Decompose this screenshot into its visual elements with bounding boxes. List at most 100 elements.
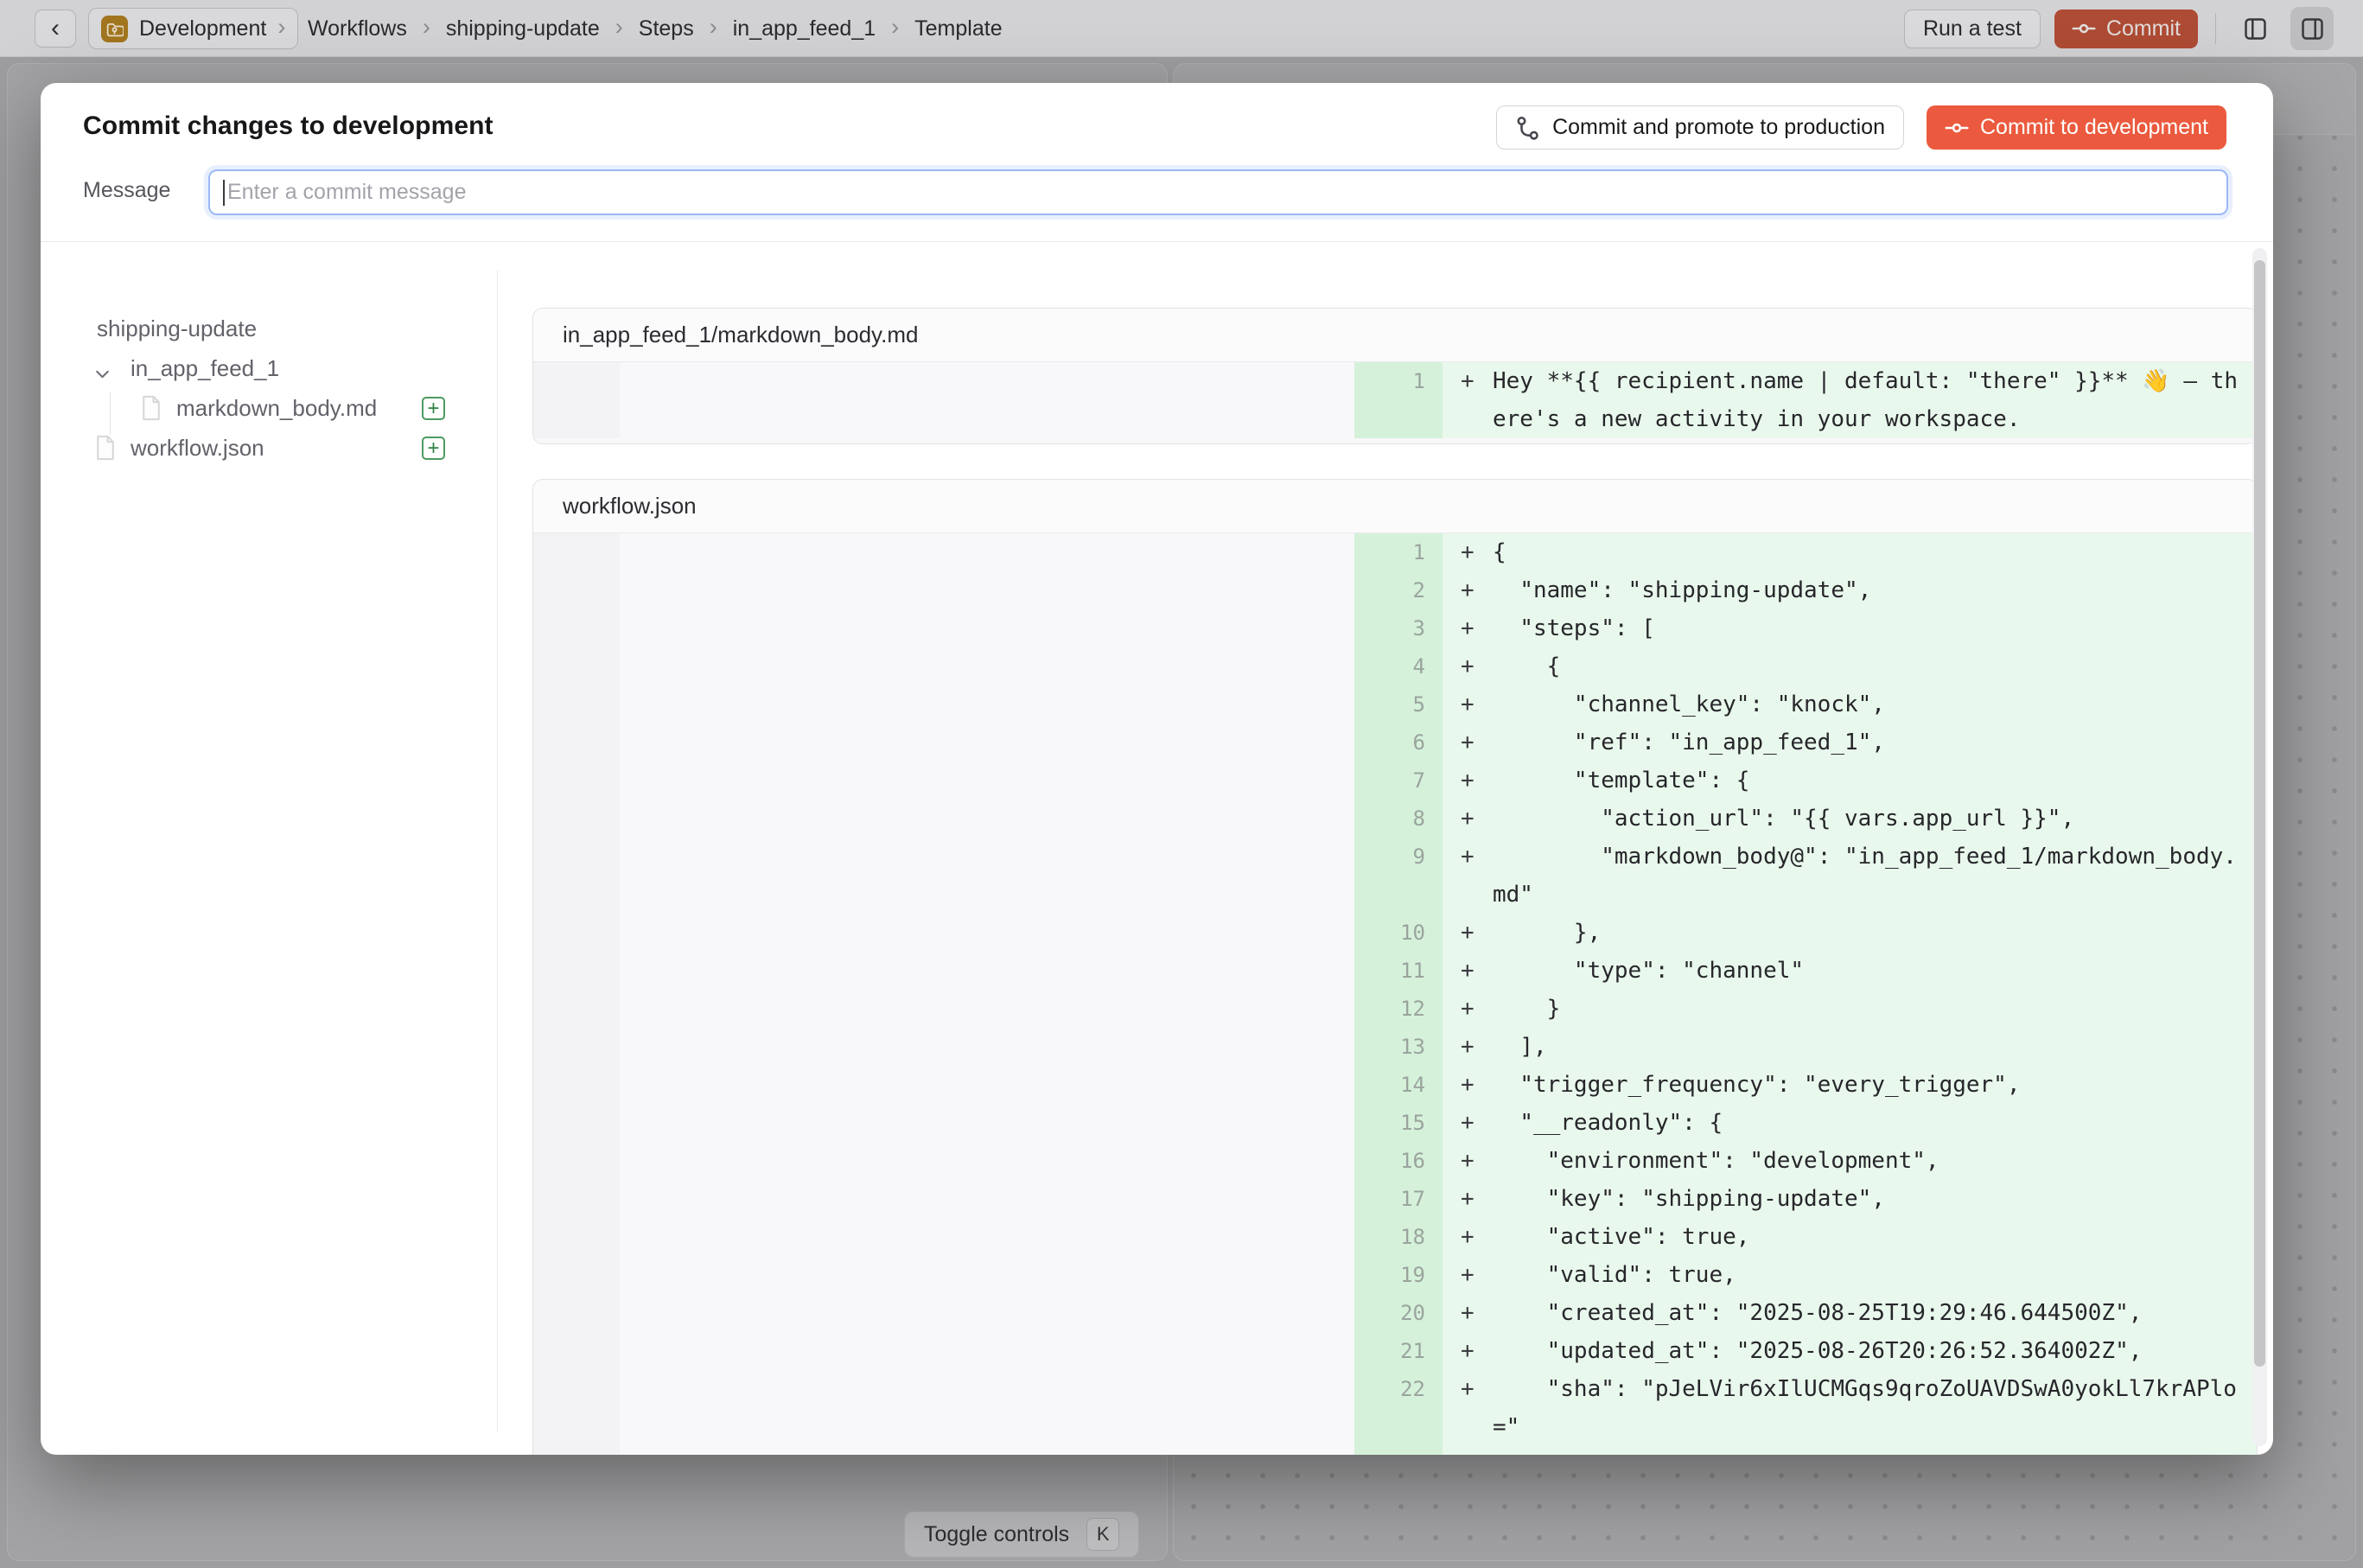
- diff-row: 13+ ],: [533, 1028, 2257, 1066]
- diff-line-text: },: [1493, 914, 2257, 952]
- diff-row: 2+ "name": "shipping-update",: [533, 571, 2257, 609]
- new-line-number: 2: [1354, 571, 1443, 609]
- old-line-content: [620, 1256, 1354, 1294]
- old-line-gutter: [533, 685, 620, 723]
- old-line-gutter: [533, 800, 620, 838]
- diff-added-sign: +: [1443, 1294, 1493, 1332]
- diff-row: 16+ "environment": "development",: [533, 1142, 2257, 1180]
- breadcrumb-item-template[interactable]: Template: [914, 16, 1002, 41]
- tree-file-markdown-body[interactable]: markdown_body.md: [176, 395, 377, 422]
- breadcrumb-item-steps[interactable]: Steps: [639, 16, 694, 41]
- commit-to-development-button[interactable]: Commit to development: [1927, 105, 2226, 150]
- new-line-number: 8: [1354, 800, 1443, 838]
- old-line-content: [620, 1294, 1354, 1332]
- new-line-number: 16: [1354, 1142, 1443, 1180]
- commit-icon: [2072, 16, 2096, 41]
- new-line-number: 10: [1354, 914, 1443, 952]
- old-line-content: [620, 1180, 1354, 1218]
- diff-line-text: "key": "shipping-update",: [1493, 1180, 2257, 1218]
- new-line-number: 13: [1354, 1028, 1443, 1066]
- diff-added-sign: +: [1443, 1256, 1493, 1294]
- toggle-controls-button[interactable]: Toggle controls K: [904, 1511, 1139, 1558]
- diff-line-text: {: [1493, 533, 2257, 571]
- diff-added-sign: +: [1443, 647, 1493, 685]
- diff-added-sign: +: [1443, 1370, 1493, 1446]
- diff-line-text: {: [1493, 647, 2257, 685]
- diff-added-sign: +: [1443, 1446, 1493, 1455]
- diff-row: 20+ "created_at": "2025-08-25T19:29:46.6…: [533, 1294, 2257, 1332]
- back-button[interactable]: ‹: [35, 10, 76, 48]
- toggle-controls-label: Toggle controls: [924, 1522, 1069, 1547]
- diff-row: 1+Hey **{{ recipient.name | default: "th…: [533, 362, 2257, 438]
- commit-button[interactable]: Commit: [2054, 10, 2198, 48]
- old-line-content: [620, 1332, 1354, 1370]
- diff-row: 17+ "key": "shipping-update",: [533, 1180, 2257, 1218]
- new-line-number: 20: [1354, 1294, 1443, 1332]
- new-line-number: 21: [1354, 1332, 1443, 1370]
- diff-row: 7+ "template": {: [533, 762, 2257, 800]
- breadcrumb-separator: ›: [891, 14, 899, 43]
- diff-viewer: in_app_feed_1/markdown_body.md 1+Hey **{…: [498, 243, 2273, 1455]
- diff-row: 1+{: [533, 533, 2257, 571]
- diff-row: 18+ "active": true,: [533, 1218, 2257, 1256]
- toggle-right-panel-button[interactable]: [2290, 7, 2334, 50]
- diff-line-text: "markdown_body@": "in_app_feed_1/markdow…: [1493, 838, 2257, 914]
- new-line-number: 18: [1354, 1218, 1443, 1256]
- commit-message-input[interactable]: Enter a commit message: [208, 169, 2228, 215]
- diff-added-sign: +: [1443, 723, 1493, 762]
- diff-lines: 1+{2+ "name": "shipping-update",3+ "step…: [533, 533, 2257, 1455]
- run-a-test-button[interactable]: Run a test: [1904, 10, 2041, 48]
- toggle-left-panel-button[interactable]: [2233, 7, 2277, 50]
- diff-line-text: "created_at": "2025-08-25T19:29:46.64450…: [1493, 1294, 2257, 1332]
- diff-panel-markdown-body: in_app_feed_1/markdown_body.md 1+Hey **{…: [532, 308, 2258, 444]
- diff-filename: in_app_feed_1/markdown_body.md: [533, 309, 2257, 362]
- file-icon: [139, 395, 163, 421]
- diff-line-text: "name": "shipping-update",: [1493, 571, 2257, 609]
- commit-message-placeholder: Enter a commit message: [227, 180, 467, 205]
- old-line-gutter: [533, 1180, 620, 1218]
- diff-line-text: "steps": [: [1493, 609, 2257, 647]
- diff-line-text: "ref": "in_app_feed_1",: [1493, 723, 2257, 762]
- diff-row: 23+ }: [533, 1446, 2257, 1455]
- keyboard-shortcut-badge: K: [1086, 1518, 1119, 1551]
- diff-added-sign: +: [1443, 1218, 1493, 1256]
- added-file-badge[interactable]: +: [422, 437, 445, 460]
- old-line-content: [620, 1142, 1354, 1180]
- tree-file-workflow-json[interactable]: workflow.json: [131, 435, 264, 462]
- scrollbar-thumb[interactable]: [2254, 260, 2265, 1367]
- diff-line-text: "valid": true,: [1493, 1256, 2257, 1294]
- diff-lines: 1+Hey **{{ recipient.name | default: "th…: [533, 362, 2257, 443]
- dialog-body: shipping-update in_app_feed_1 markdown_b…: [41, 243, 2273, 1455]
- breadcrumb-item-shipping-update[interactable]: shipping-update: [446, 16, 600, 41]
- old-line-content: [620, 1028, 1354, 1066]
- dialog-title: Commit changes to development: [83, 112, 494, 141]
- commit-and-promote-button[interactable]: Commit and promote to production: [1496, 105, 1904, 150]
- chevron-down-icon[interactable]: [92, 363, 113, 385]
- new-line-number: 1: [1354, 362, 1443, 438]
- new-line-number: 4: [1354, 647, 1443, 685]
- diff-added-sign: +: [1443, 1332, 1493, 1370]
- old-line-content: [620, 1370, 1354, 1446]
- added-file-badge[interactable]: +: [422, 397, 445, 420]
- environment-selector[interactable]: Development ›: [88, 8, 298, 49]
- old-line-gutter: [533, 1332, 620, 1370]
- topbar-actions: Run a test Commit: [1904, 0, 2334, 57]
- diff-filename: workflow.json: [533, 480, 2257, 533]
- diff-added-sign: +: [1443, 1104, 1493, 1142]
- diff-row: 8+ "action_url": "{{ vars.app_url }}",: [533, 800, 2257, 838]
- old-line-content: [620, 914, 1354, 952]
- old-line-gutter: [533, 1256, 620, 1294]
- diff-row: 5+ "channel_key": "knock",: [533, 685, 2257, 723]
- tree-group-step[interactable]: in_app_feed_1: [131, 355, 279, 382]
- commit-icon: [1945, 116, 1969, 140]
- old-line-gutter: [533, 914, 620, 952]
- diff-line-text: "channel_key": "knock",: [1493, 685, 2257, 723]
- new-line-number: 11: [1354, 952, 1443, 990]
- breadcrumb-item-in_app_feed_1[interactable]: in_app_feed_1: [733, 16, 876, 41]
- diff-line-text: "template": {: [1493, 762, 2257, 800]
- commit-to-development-label: Commit to development: [1980, 115, 2208, 140]
- old-line-gutter: [533, 762, 620, 800]
- diff-panel-workflow-json: workflow.json 1+{2+ "name": "shipping-up…: [532, 479, 2258, 1455]
- old-line-gutter: [533, 647, 620, 685]
- breadcrumb-item-workflows[interactable]: Workflows: [308, 16, 407, 41]
